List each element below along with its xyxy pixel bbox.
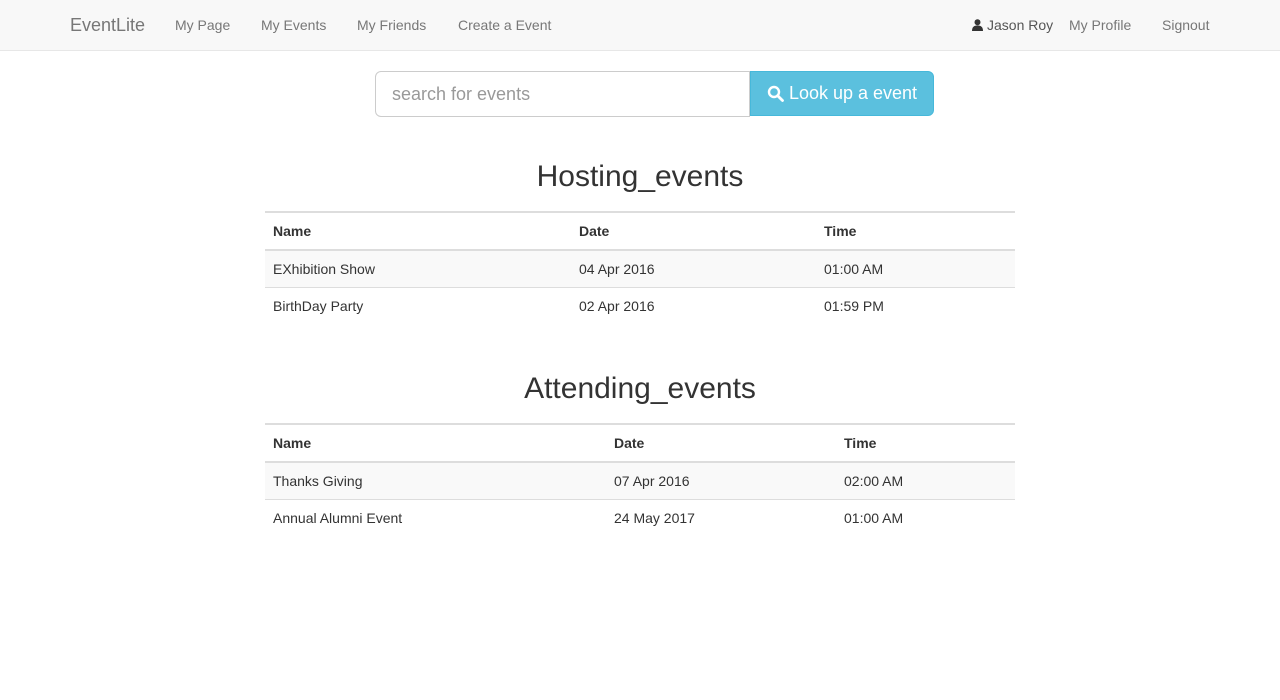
table-row: Thanks Giving 07 Apr 2016 02:00 AM: [265, 462, 1015, 500]
search-icon: [767, 85, 784, 102]
brand-link[interactable]: EventLite: [70, 15, 145, 35]
column-header-date: Date: [571, 211, 816, 251]
event-time-cell: 01:59 PM: [824, 297, 884, 314]
column-header-time: Time: [836, 423, 1015, 463]
attending-events-table: Name Date Time Thanks Giving 07 Apr 2016…: [265, 423, 1015, 536]
event-time-cell: 01:00 AM: [816, 250, 1015, 288]
event-name-cell: Annual Alumni Event: [273, 509, 403, 526]
nav-my-page[interactable]: My Page: [175, 16, 230, 34]
event-date-cell: 02 Apr 2016: [579, 297, 655, 314]
nav-create-event[interactable]: Create a Event: [458, 16, 551, 34]
top-navbar: EventLite My Page My Events My Friends C…: [0, 0, 1280, 51]
table-row: EXhibition Show 04 Apr 2016 01:00 AM: [265, 250, 1015, 288]
user-name-text: Jason Roy: [987, 17, 1054, 33]
attending-events-title: Attending_events: [524, 372, 756, 405]
event-name-cell: EXhibition Show: [265, 250, 571, 288]
event-date-cell: 07 Apr 2016: [606, 462, 836, 500]
event-date-cell: 24 May 2017: [614, 509, 695, 526]
event-time-cell: 02:00 AM: [836, 462, 1015, 500]
hosting-events-table: Name Date Time EXhibition Show 04 Apr 20…: [265, 211, 1015, 324]
nav-my-friends[interactable]: My Friends: [357, 16, 426, 34]
hosting-events-title: Hosting_events: [536, 160, 744, 193]
look-up-event-button[interactable]: Look up a event: [750, 71, 934, 116]
table-row: BirthDay Party 02 Apr 2016 01:59 PM: [265, 287, 1015, 324]
current-user: Jason Roy: [972, 16, 1053, 34]
table-header-row: Name Date Time: [265, 211, 1015, 251]
column-header-date: Date: [606, 423, 836, 463]
user-icon: [972, 19, 983, 31]
nav-my-events[interactable]: My Events: [261, 16, 326, 34]
event-date-cell: 04 Apr 2016: [571, 250, 816, 288]
event-time-cell: 01:00 AM: [844, 509, 904, 526]
event-name-cell: BirthDay Party: [273, 297, 364, 314]
table-row: Annual Alumni Event 24 May 2017 01:00 AM: [265, 499, 1015, 536]
nav-my-profile[interactable]: My Profile: [1069, 16, 1131, 34]
table-header-row: Name Date Time: [265, 423, 1015, 463]
column-header-name: Name: [265, 211, 571, 251]
search-input[interactable]: [375, 71, 750, 117]
column-header-time: Time: [816, 211, 1015, 251]
search-button-label: Look up a event: [788, 83, 918, 103]
nav-signout[interactable]: Signout: [1162, 16, 1209, 34]
event-name-cell: Thanks Giving: [265, 462, 606, 500]
column-header-name: Name: [265, 423, 606, 463]
